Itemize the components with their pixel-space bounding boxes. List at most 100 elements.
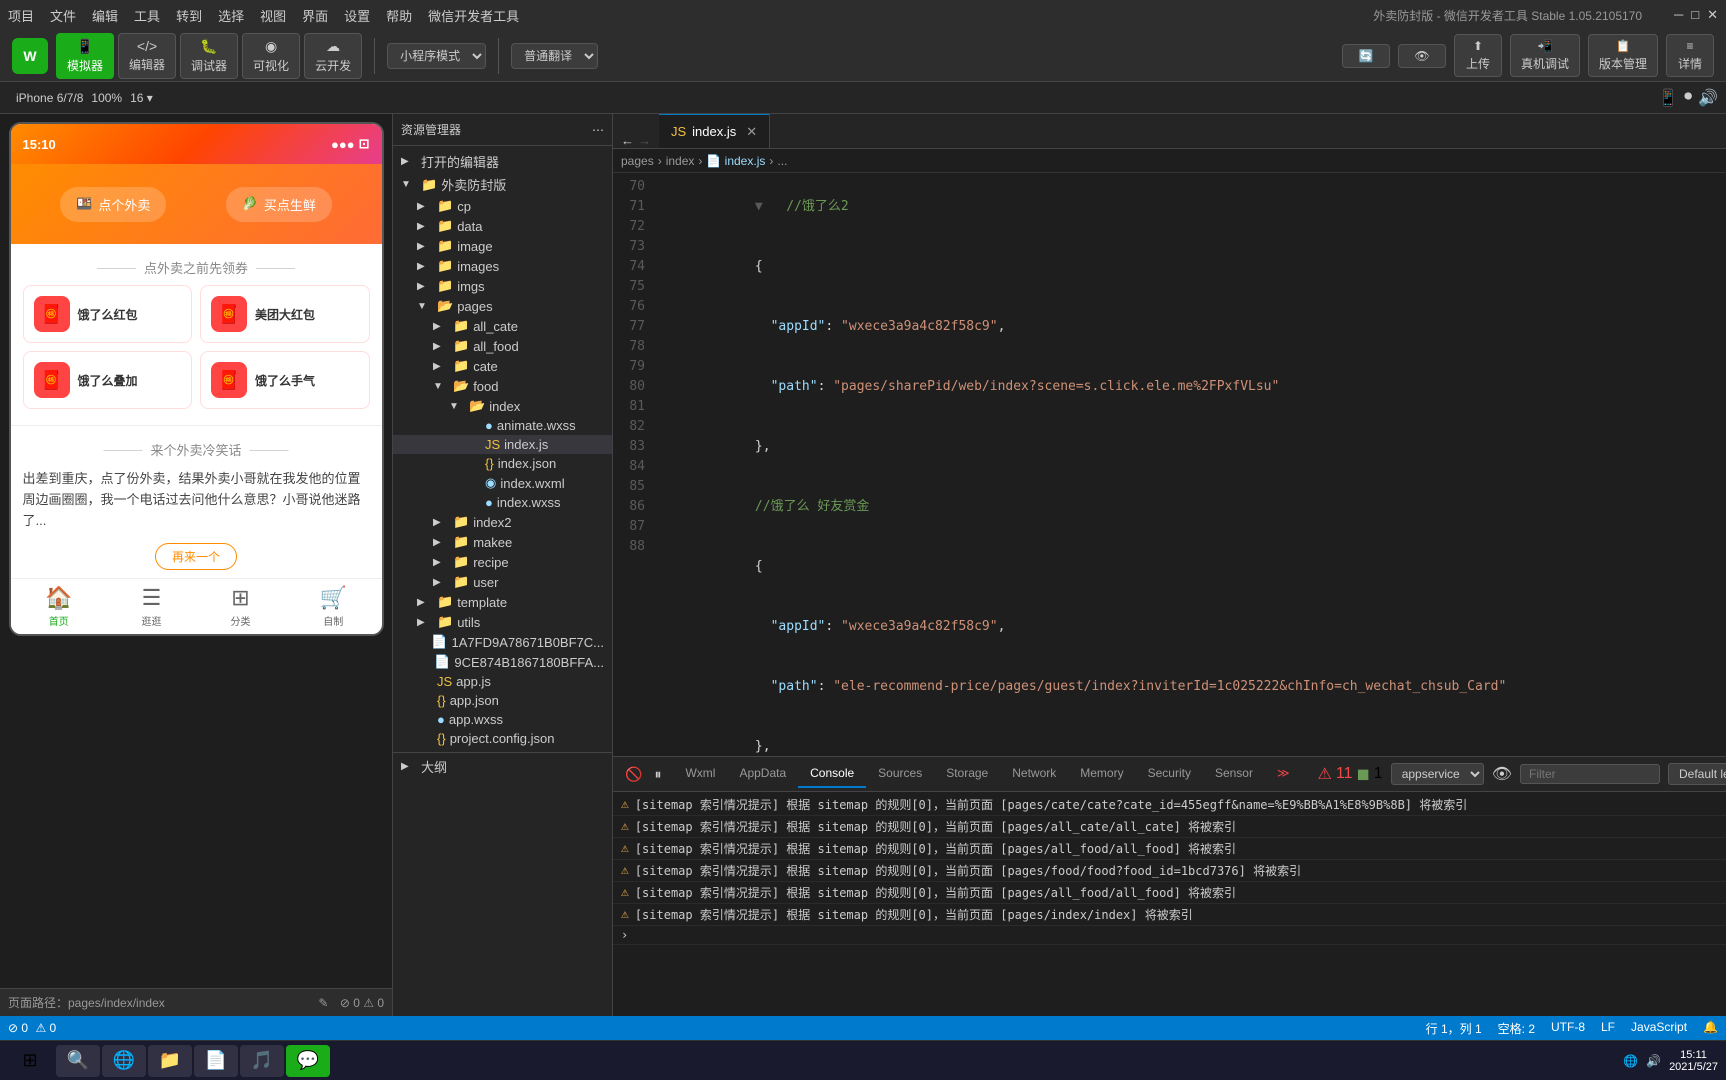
folder-food[interactable]: ▼ 📂 food	[393, 376, 612, 396]
file-project-config[interactable]: {} project.config.json	[393, 729, 612, 748]
taskbar-start[interactable]: ⊞	[8, 1045, 52, 1077]
menu-item-settings[interactable]: 设置	[344, 6, 370, 25]
banner-btn-1[interactable]: 🍱 点个外卖	[60, 187, 166, 222]
debugger-button[interactable]: 🐛 调试器	[180, 33, 238, 79]
project-arrow[interactable]: ▼	[401, 179, 417, 190]
coupon-item-2[interactable]: 🧧 美团大红包	[200, 285, 370, 343]
taskbar-app-4[interactable]: 📄	[194, 1045, 238, 1077]
coupon-item-1[interactable]: 🧧 饿了么红包	[23, 285, 193, 343]
appservice-select[interactable]: appservice	[1391, 763, 1484, 785]
menu-item-select[interactable]: 选择	[218, 6, 244, 25]
debug-tab-memory[interactable]: Memory	[1068, 760, 1135, 788]
menu-item-ui[interactable]: 界面	[302, 6, 328, 25]
new-file-icon[interactable]: ⋯	[592, 123, 604, 137]
folder-user[interactable]: ▶ 📁 user	[393, 572, 612, 592]
simulator-button[interactable]: 📱 模拟器	[56, 33, 114, 79]
tab-close-icon[interactable]: ✕	[746, 124, 757, 140]
folder-pages[interactable]: ▼ 📂 pages	[393, 296, 612, 316]
nav-browse[interactable]: ☰ 逛逛	[141, 585, 161, 628]
menu-item-weixin[interactable]: 微信开发者工具	[428, 6, 519, 25]
volume-icon[interactable]: 🔊	[1698, 88, 1718, 108]
outline-item[interactable]: ▶ 大纲	[393, 752, 612, 778]
folder-imgs[interactable]: ▶ 📁 imgs	[393, 276, 612, 296]
folder-all-food[interactable]: ▶ 📁 all_food	[393, 336, 612, 356]
file-misc-1[interactable]: 📄 1A7FD9A78671B0BF7C...	[393, 632, 612, 652]
menu-item-view[interactable]: 视图	[260, 6, 286, 25]
taskbar-app-5[interactable]: 🎵	[240, 1045, 284, 1077]
menu-item-tools[interactable]: 工具	[134, 6, 160, 25]
taskbar-app-wx[interactable]: 💬	[286, 1045, 330, 1077]
code-area[interactable]: 70 71 72 73 74 75 76 77 78 79 80 81 82 8…	[613, 173, 1726, 756]
visibility-button[interactable]: ◉ 可视化	[242, 33, 300, 79]
file-index-wxml[interactable]: ◉ index.wxml	[393, 473, 612, 493]
menu-item-goto[interactable]: 转到	[176, 6, 202, 25]
bell-icon[interactable]: 🔔	[1703, 1020, 1718, 1037]
edit-icon[interactable]: ✎	[318, 996, 328, 1010]
coupon-item-3[interactable]: 🧧 饿了么叠加	[23, 351, 193, 409]
file-misc-2[interactable]: 📄 9CE874B1867180BFFA...	[393, 652, 612, 672]
record-icon[interactable]: ⏺	[1684, 88, 1692, 108]
folder-images[interactable]: ▶ 📁 images	[393, 256, 612, 276]
folder-makee[interactable]: ▶ 📁 makee	[393, 532, 612, 552]
debug-tab-security[interactable]: Security	[1136, 760, 1203, 788]
window-close[interactable]: ✕	[1707, 7, 1718, 23]
code-editor[interactable]: ▼ //饿了么2 { "appId": "wxece3a9a4c82f58c9"…	[653, 173, 1726, 756]
debug-tab-sensor[interactable]: Sensor	[1203, 760, 1265, 788]
taskbar-app-3[interactable]: 📁	[148, 1045, 192, 1077]
joke-more-btn[interactable]: 再来一个	[155, 543, 237, 570]
file-app-wxss[interactable]: ● app.wxss	[393, 710, 612, 729]
translate-select[interactable]: 普通翻译	[511, 43, 598, 69]
project-root[interactable]: ▼ 📁 外卖防封版	[393, 173, 612, 196]
debug-tab-network[interactable]: Network	[1000, 760, 1068, 788]
nav-forward-icon[interactable]: →	[638, 133, 651, 148]
folder-utils[interactable]: ▶ 📁 utils	[393, 612, 612, 632]
editor-button[interactable]: </> 编辑器	[118, 33, 176, 79]
debug-tab-more[interactable]: ≫	[1265, 760, 1302, 788]
open-editors-item[interactable]: ▶ 打开的编辑器	[393, 150, 612, 173]
file-index-js[interactable]: JS index.js	[393, 435, 612, 454]
level-select[interactable]: Default levels	[1668, 763, 1726, 785]
debug-tab-appdata[interactable]: AppData	[727, 760, 798, 788]
mode-select[interactable]: 小程序模式	[387, 43, 486, 69]
debug-tab-wxml[interactable]: Wxml	[673, 760, 727, 788]
preview-view-button[interactable]: 👁	[1398, 44, 1446, 68]
folder-index[interactable]: ▼ 📂 index	[393, 396, 612, 416]
real-machine-btn[interactable]: 📲 真机调试	[1510, 34, 1580, 77]
nav-cart[interactable]: 🛒 自制	[320, 585, 347, 628]
folder-cate[interactable]: ▶ 📁 cate	[393, 356, 612, 376]
folder-image[interactable]: ▶ 📁 image	[393, 236, 612, 256]
folder-recipe[interactable]: ▶ 📁 recipe	[393, 552, 612, 572]
filter-input[interactable]	[1520, 764, 1660, 784]
debug-tab-console[interactable]: Console	[798, 760, 866, 788]
debug-tab-storage[interactable]: Storage	[934, 760, 1000, 788]
file-index-json[interactable]: {} index.json	[393, 454, 612, 473]
cloud-button[interactable]: ☁ 云开发	[304, 33, 362, 79]
window-minimize[interactable]: ─	[1674, 7, 1683, 23]
compile-button[interactable]: 🔄	[1342, 44, 1390, 68]
folder-template[interactable]: ▶ 📁 template	[393, 592, 612, 612]
folder-cp[interactable]: ▶ 📁 cp	[393, 196, 612, 216]
debug-icon-clear[interactable]: 🚫	[621, 764, 646, 785]
taskbar-app-edge[interactable]: 🌐	[102, 1045, 146, 1077]
menu-item-file[interactable]: 文件	[50, 6, 76, 25]
folder-index2[interactable]: ▶ 📁 index2	[393, 512, 612, 532]
file-index-wxss[interactable]: ● index.wxss	[393, 493, 612, 512]
file-app-js[interactable]: JS app.js	[393, 672, 612, 691]
folder-all-cate[interactable]: ▶ 📁 all_cate	[393, 316, 612, 336]
coupon-item-4[interactable]: 🧧 饿了么手气	[200, 351, 370, 409]
nav-back-icon[interactable]: ←	[621, 133, 634, 148]
upload-btn[interactable]: ⬆ 上传	[1454, 34, 1502, 77]
debug-icon-pause[interactable]: ⏸	[650, 764, 665, 785]
eye-icon[interactable]: 👁	[1492, 764, 1512, 784]
detail-btn[interactable]: ≡ 详情	[1666, 34, 1714, 77]
open-editors-arrow[interactable]: ▶	[401, 156, 417, 167]
nav-category[interactable]: ⊞ 分类	[231, 585, 251, 628]
phone-icon[interactable]: 📱	[1658, 88, 1678, 108]
menu-item-help[interactable]: 帮助	[386, 6, 412, 25]
tab-index-js[interactable]: JS index.js ✕	[659, 114, 770, 148]
menu-item-edit[interactable]: 编辑	[92, 6, 118, 25]
file-app-json[interactable]: {} app.json	[393, 691, 612, 710]
menu-item-project[interactable]: 项目	[8, 6, 34, 25]
debug-tab-sources[interactable]: Sources	[866, 760, 934, 788]
folder-data[interactable]: ▶ 📁 data	[393, 216, 612, 236]
